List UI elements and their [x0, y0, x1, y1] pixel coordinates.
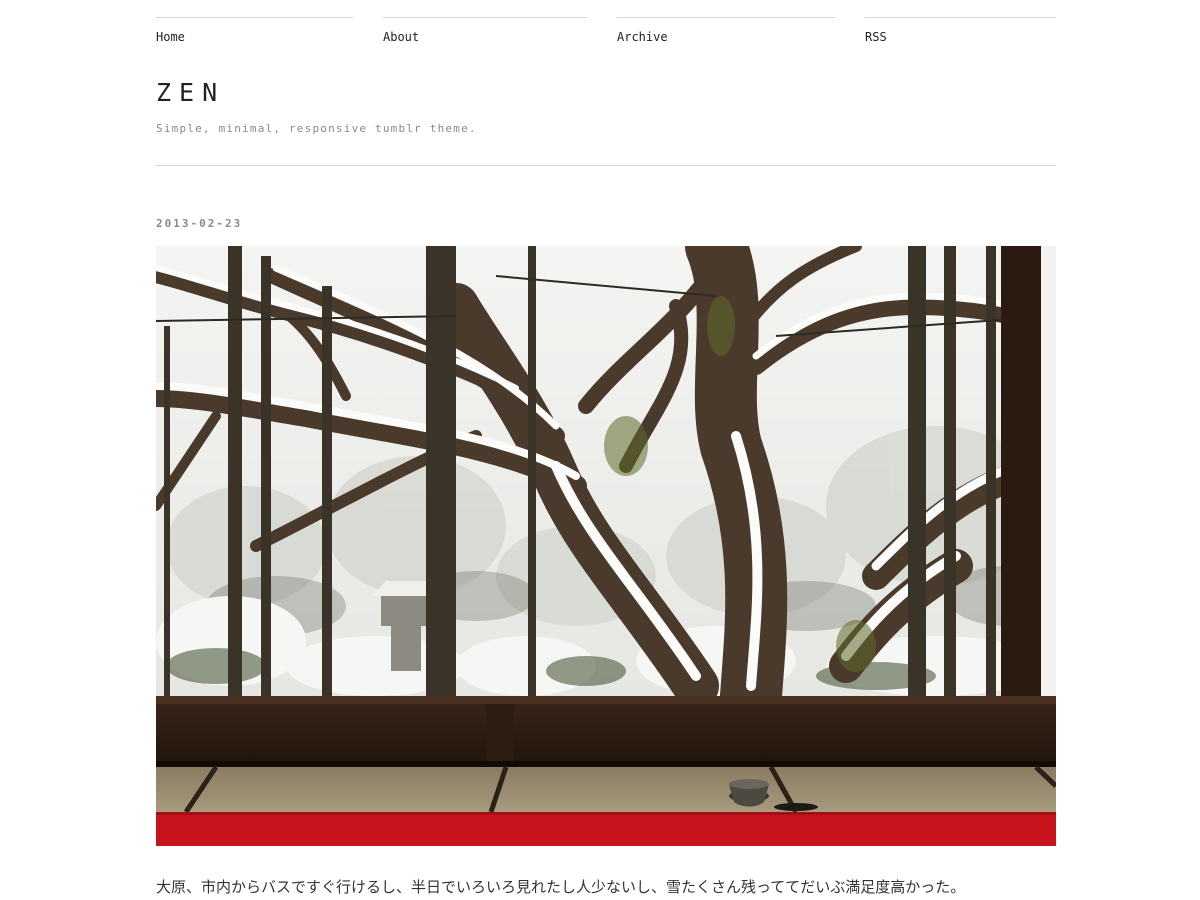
site-description: Simple, minimal, responsive tumblr theme… [156, 122, 477, 135]
header-divider [156, 165, 1056, 166]
post-date[interactable]: 2013-02-23 [156, 217, 242, 230]
site-title[interactable]: ZEN [156, 78, 225, 107]
top-nav: Home About Archive RSS [156, 17, 1056, 47]
post-photo[interactable] [156, 246, 1056, 846]
snow-garden-photo-icon [156, 246, 1056, 846]
nav-archive-link[interactable]: Archive [617, 17, 835, 44]
nav-about-link[interactable]: About [383, 17, 587, 44]
post-caption: 大原、市内からバスですぐ行けるし、半日でいろいろ見れたし人少ないし、雪たくさん残… [156, 878, 966, 896]
nav-rss-link[interactable]: RSS [865, 17, 1056, 44]
nav-home-link[interactable]: Home [156, 17, 353, 44]
